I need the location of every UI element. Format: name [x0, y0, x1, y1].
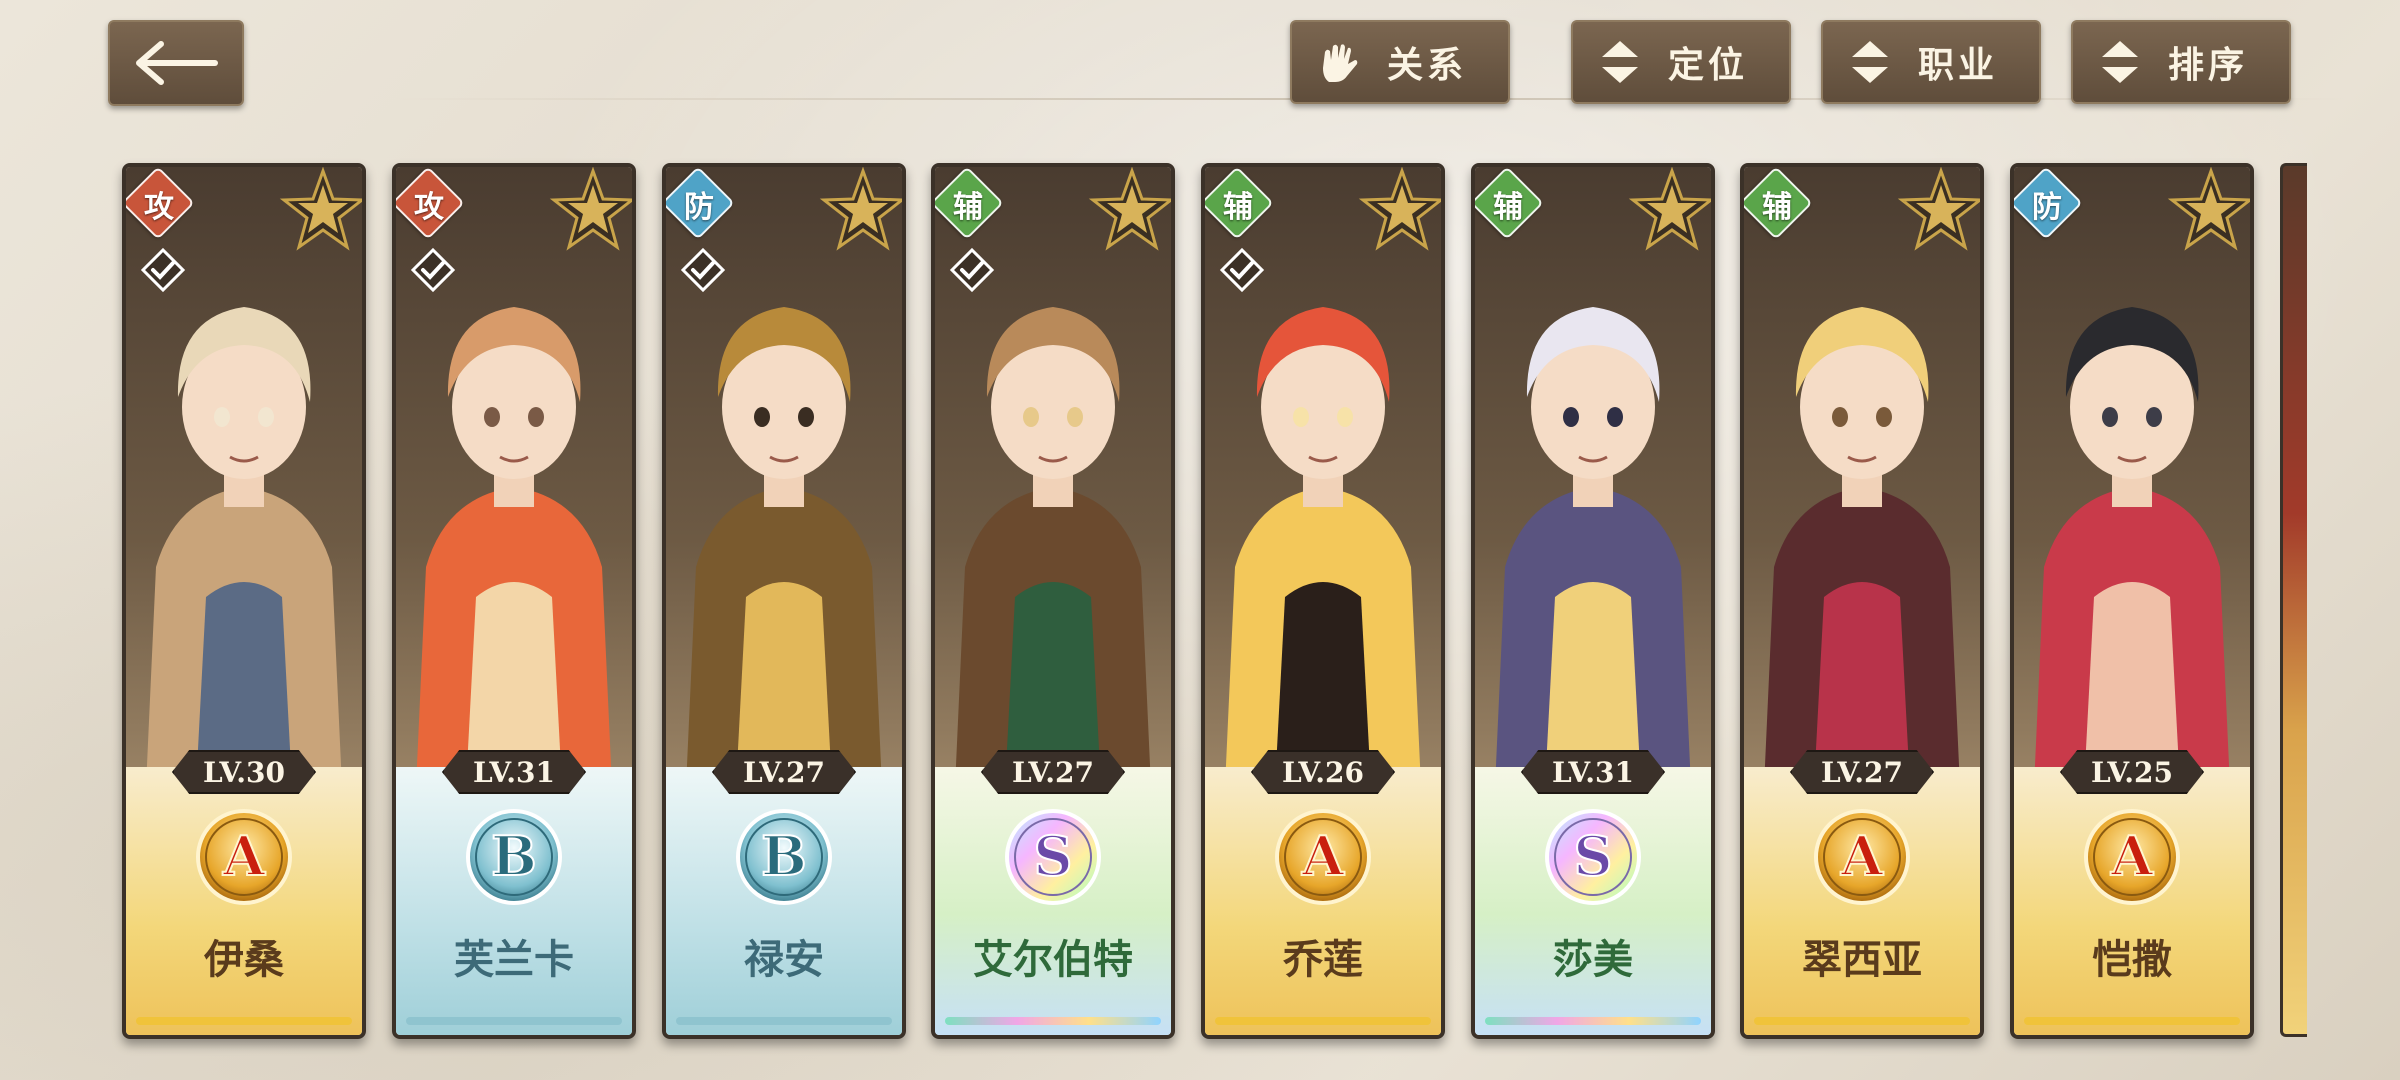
level-badge: LV.30 [172, 750, 316, 794]
hero-portrait [1475, 167, 1711, 787]
relation-label: 关系 [1386, 44, 1467, 86]
sort-button[interactable]: 排序 [2071, 20, 2291, 104]
star-icon [1357, 167, 1441, 255]
rarity-bar [1485, 1017, 1701, 1025]
role-label: 攻 [144, 190, 174, 225]
sort-label: 排序 [2167, 44, 2248, 86]
svg-text:A: A [1840, 824, 1884, 888]
svg-text:B: B [491, 824, 537, 888]
role-label: 辅 [1762, 190, 1792, 225]
hero-card[interactable]: 辅 LV.26 A 乔莲 [1201, 163, 1445, 1039]
hero-card[interactable]: 防 LV.27 B 禄安 [662, 163, 906, 1039]
level-badge: LV.26 [1251, 750, 1395, 794]
gauntlet-icon [1314, 37, 1364, 87]
svg-text:A: A [2110, 824, 2154, 888]
star-icon [548, 167, 632, 255]
equipped-check-icon [140, 247, 186, 293]
hero-name: 乔莲 [1283, 936, 1363, 983]
level-badge: LV.31 [1521, 750, 1665, 794]
hero-card[interactable]: 攻 LV.30 A 伊桑 [122, 163, 366, 1039]
hero-name: 芙兰卡 [454, 936, 574, 983]
rarity-bar [1754, 1017, 1970, 1025]
hero-card[interactable]: 辅 LV.27 A 翠西亚 [1740, 163, 1984, 1039]
star-icon [1627, 167, 1711, 255]
equipped-check-icon [680, 247, 726, 293]
rarity-bar [406, 1017, 622, 1025]
svg-text:B: B [761, 824, 807, 888]
rarity-bar [1215, 1017, 1431, 1025]
hero-name: 莎美 [1553, 936, 1633, 983]
class-label: 职业 [1917, 44, 1998, 86]
hero-portrait [1744, 167, 1980, 787]
star-icon [278, 167, 362, 255]
grade-a-icon: A [2082, 807, 2182, 907]
rarity-bar [2024, 1017, 2240, 1025]
sort-toggle-icon [1845, 37, 1895, 87]
hero-name: 伊桑 [204, 936, 284, 983]
equipped-check-icon [1219, 247, 1265, 293]
hero-card[interactable]: 辅 LV.27 S 艾尔伯特 [931, 163, 1175, 1039]
rarity-bar [136, 1017, 352, 1025]
level-badge: LV.27 [981, 750, 1125, 794]
hero-card[interactable]: 辅 LV.31 S 莎美 [1471, 163, 1715, 1039]
hero-card[interactable]: 攻 LV.31 B 芙兰卡 [392, 163, 636, 1039]
grade-a-icon: A [1273, 807, 1373, 907]
grade-s-icon: S [1003, 807, 1103, 907]
equipped-check-icon [410, 247, 456, 293]
grade-s-icon: S [1543, 807, 1643, 907]
role-label: 防 [684, 190, 714, 225]
hero-card-partial[interactable] [2280, 163, 2307, 1037]
rarity-bar [676, 1017, 892, 1025]
equipped-check-icon [949, 247, 995, 293]
grade-a-icon: A [1812, 807, 1912, 907]
hero-portrait [2014, 167, 2250, 787]
svg-text:S: S [1034, 824, 1073, 888]
sort-toggle-icon [2095, 37, 2145, 87]
level-badge: LV.31 [442, 750, 586, 794]
class-filter-button[interactable]: 职业 [1821, 20, 2041, 104]
relation-button[interactable]: 关系 [1290, 20, 1510, 104]
grade-a-icon: A [194, 807, 294, 907]
back-button[interactable] [108, 20, 244, 106]
rarity-bar [945, 1017, 1161, 1025]
level-badge: LV.27 [712, 750, 856, 794]
grade-b-icon: B [464, 807, 564, 907]
level-badge: LV.25 [2060, 750, 2204, 794]
svg-text:A: A [1301, 824, 1345, 888]
svg-text:A: A [222, 824, 266, 888]
hero-name: 翠西亚 [1802, 936, 1922, 983]
back-arrow-icon [136, 41, 218, 85]
sort-toggle-icon [1595, 37, 1645, 87]
role-label: 防 [2032, 190, 2062, 225]
star-icon [2166, 167, 2250, 255]
role-label: 辅 [953, 190, 983, 225]
hero-card[interactable]: 防 LV.25 A 恺撒 [2010, 163, 2254, 1039]
hero-name: 艾尔伯特 [973, 936, 1133, 983]
hero-name: 禄安 [744, 936, 824, 983]
level-badge: LV.27 [1790, 750, 1934, 794]
star-icon [818, 167, 902, 255]
role-label: 攻 [414, 190, 444, 225]
role-label: 辅 [1223, 190, 1253, 225]
grade-b-icon: B [734, 807, 834, 907]
svg-text:S: S [1574, 824, 1613, 888]
role-label: 辅 [1493, 190, 1523, 225]
position-filter-button[interactable]: 定位 [1571, 20, 1791, 104]
position-label: 定位 [1667, 44, 1748, 86]
star-icon [1896, 167, 1980, 255]
star-icon [1087, 167, 1171, 255]
hero-name: 恺撒 [2092, 936, 2172, 983]
